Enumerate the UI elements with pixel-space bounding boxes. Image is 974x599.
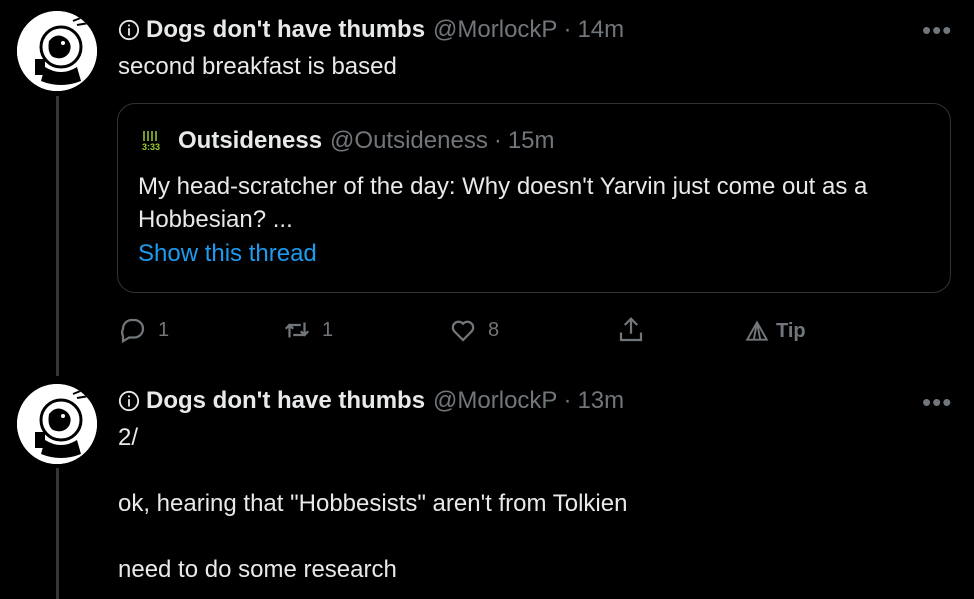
- like-count: 8: [488, 318, 500, 341]
- show-thread-link[interactable]: Show this thread: [138, 240, 317, 268]
- quoted-avatar[interactable]: 3:33: [138, 127, 166, 155]
- separator: ·: [563, 16, 572, 43]
- tweet-header: Dogs don't have thumbs @MorlockP · 14m: [118, 15, 624, 45]
- dog-astronaut-avatar-icon: [17, 11, 97, 91]
- quoted-display-name[interactable]: Outsideness: [178, 127, 322, 155]
- user-handle[interactable]: @MorlockP: [433, 386, 557, 416]
- thread-line: [56, 468, 59, 599]
- info-icon[interactable]: [118, 390, 140, 412]
- share-button[interactable]: [616, 315, 656, 345]
- reply-icon: [121, 318, 145, 344]
- heart-icon: [451, 320, 475, 342]
- retweet-count: 1: [322, 318, 334, 341]
- quoted-user-handle[interactable]: @Outsideness: [330, 127, 488, 155]
- quoted-avatar-label: 3:33: [142, 142, 161, 152]
- share-icon: [619, 317, 643, 342]
- tip-icon: [745, 320, 769, 341]
- display-name[interactable]: Dogs don't have thumbs: [146, 386, 425, 416]
- more-options-button[interactable]: •••: [922, 389, 952, 415]
- tweet-text: second breakfast is based: [118, 53, 397, 80]
- timestamp[interactable]: 14m: [577, 15, 624, 45]
- avatar[interactable]: [17, 384, 97, 464]
- user-handle[interactable]: @MorlockP: [433, 15, 557, 45]
- info-icon[interactable]: [118, 19, 140, 41]
- dog-astronaut-avatar-icon: [17, 384, 97, 464]
- quoted-tweet-text: My head-scratcher of the day: Why doesn'…: [138, 173, 868, 233]
- tweet-header: Dogs don't have thumbs @MorlockP · 13m: [118, 386, 624, 416]
- reply-button[interactable]: 1: [118, 315, 169, 345]
- retweet-icon: [284, 322, 310, 338]
- tip-button[interactable]: Tip: [744, 318, 806, 344]
- thread-line: [56, 96, 59, 376]
- more-options-button[interactable]: •••: [922, 17, 952, 43]
- reply-count: 1: [158, 318, 170, 341]
- tweet-text: 2/ ok, hearing that "Hobbesists" aren't …: [118, 424, 628, 583]
- timestamp[interactable]: 13m: [577, 386, 624, 416]
- separator: ·: [493, 127, 502, 154]
- tip-label: Tip: [776, 319, 806, 342]
- like-button[interactable]: 8: [448, 315, 499, 345]
- display-name[interactable]: Dogs don't have thumbs: [146, 15, 425, 45]
- quoted-tweet-header: 3:33 Outsideness @Outsideness · 15m: [138, 127, 555, 155]
- quoted-timestamp[interactable]: 15m: [508, 127, 555, 155]
- retweet-button[interactable]: 1: [282, 315, 333, 345]
- quoted-tweet-card[interactable]: 3:33 Outsideness @Outsideness · 15m My h…: [117, 103, 951, 293]
- avatar[interactable]: [17, 11, 97, 91]
- separator: ·: [563, 387, 572, 414]
